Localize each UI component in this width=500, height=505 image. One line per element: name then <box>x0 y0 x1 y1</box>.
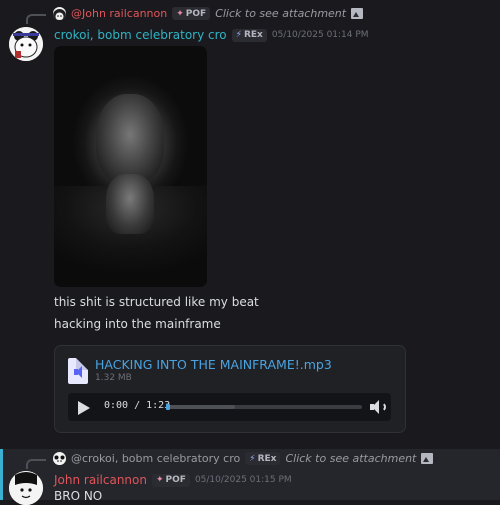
message-line: this shit is structured like my beat <box>54 295 259 309</box>
role-tag: ✦ POF <box>151 473 190 487</box>
message-header: John railcannon ✦ POF 05/10/2025 01:15 PM <box>54 473 292 487</box>
reply-preview[interactable]: @John railcannon ✦ POF Click to see attac… <box>53 7 364 20</box>
reply-avatar <box>53 452 66 465</box>
timestamp: 05/10/2025 01:14 PM <box>271 30 369 40</box>
photo-hands <box>106 174 154 234</box>
attachment-filename[interactable]: HACKING INTO THE MAINFRAME!.mp3 <box>95 357 332 372</box>
progress-knob[interactable] <box>166 404 170 410</box>
avatar[interactable] <box>9 27 43 61</box>
progress-slider[interactable] <box>166 404 362 410</box>
reply-connector <box>26 14 46 24</box>
reply-preview[interactable]: @crokoi, bobm celebratory cro ⚡ REx Click… <box>53 452 434 465</box>
photo-face <box>96 94 164 184</box>
mention-bar <box>0 449 3 500</box>
lightning-icon: ⚡ <box>249 453 256 464</box>
sparkle-icon: ✦ <box>155 475 164 485</box>
audio-player: 0:00 / 1:23 <box>68 393 391 421</box>
sparkle-icon: ✦ <box>176 8 184 19</box>
author-name[interactable]: crokoi, bobm celebratory cro <box>54 28 227 42</box>
lightning-icon: ⚡ <box>235 30 242 40</box>
message-line: hacking into the mainframe <box>54 317 221 331</box>
reply-author[interactable]: @John railcannon <box>71 7 167 20</box>
reply-author[interactable]: @crokoi, bobm celebratory cro <box>71 452 240 465</box>
audio-attachment: HACKING INTO THE MAINFRAME!.mp3 1.32 MB … <box>54 345 406 433</box>
message-line: BRO NO <box>54 489 103 503</box>
reply-avatar <box>53 7 66 20</box>
playback-time: 0:00 / 1:23 <box>104 400 171 411</box>
role-tag-label: POF <box>165 475 186 485</box>
buffered-bar <box>167 405 236 409</box>
message-header: crokoi, bobm celebratory cro ⚡ REx 05/10/… <box>54 28 369 42</box>
role-tag-label: POF <box>185 8 207 19</box>
role-tag-label: REx <box>243 30 263 40</box>
image-icon <box>421 453 434 464</box>
play-icon[interactable] <box>78 401 90 415</box>
image-icon <box>351 8 364 19</box>
role-tag-label: REx <box>257 453 277 464</box>
role-tag: ⚡ REx <box>245 452 281 465</box>
audio-file-icon <box>68 358 88 384</box>
reply-connector <box>26 459 46 469</box>
author-name[interactable]: John railcannon <box>54 473 147 487</box>
image-attachment[interactable] <box>54 46 207 287</box>
timestamp: 05/10/2025 01:15 PM <box>194 475 292 485</box>
reply-content[interactable]: Click to see attachment <box>215 7 346 20</box>
reply-content[interactable]: Click to see attachment <box>285 452 416 465</box>
role-tag: ⚡ REx <box>231 28 267 42</box>
volume-icon[interactable] <box>370 399 386 415</box>
role-tag: ✦ POF <box>172 7 211 20</box>
attachment-size: 1.32 MB <box>95 373 132 383</box>
